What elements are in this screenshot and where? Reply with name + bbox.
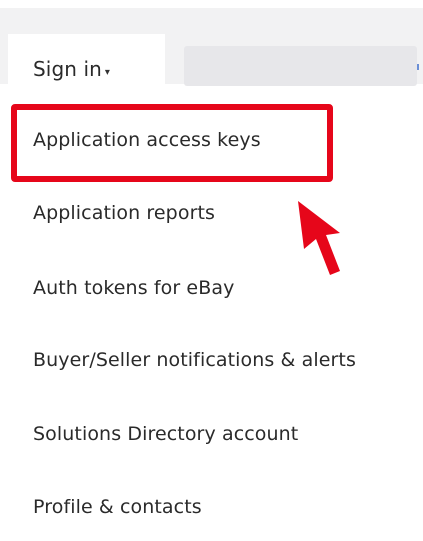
sign-in-button[interactable]: Sign in ▾ [33, 57, 110, 81]
menu-item-application-reports[interactable]: Application reports [33, 202, 215, 224]
blurred-content-edge [417, 64, 419, 70]
menu-item-profile-contacts[interactable]: Profile & contacts [33, 496, 202, 518]
sign-in-label: Sign in [33, 57, 102, 81]
menu-item-auth-tokens[interactable]: Auth tokens for eBay [33, 277, 234, 299]
blurred-content [184, 46, 417, 86]
chevron-down-icon: ▾ [104, 67, 111, 78]
highlight-box [11, 104, 333, 182]
menu-item-solutions-directory[interactable]: Solutions Directory account [33, 423, 298, 445]
pointer-arrow-icon [298, 201, 340, 275]
menu-item-notifications-alerts[interactable]: Buyer/Seller notifications & alerts [33, 349, 356, 371]
page: Sign in ▾ Application access keys Applica… [0, 0, 423, 541]
